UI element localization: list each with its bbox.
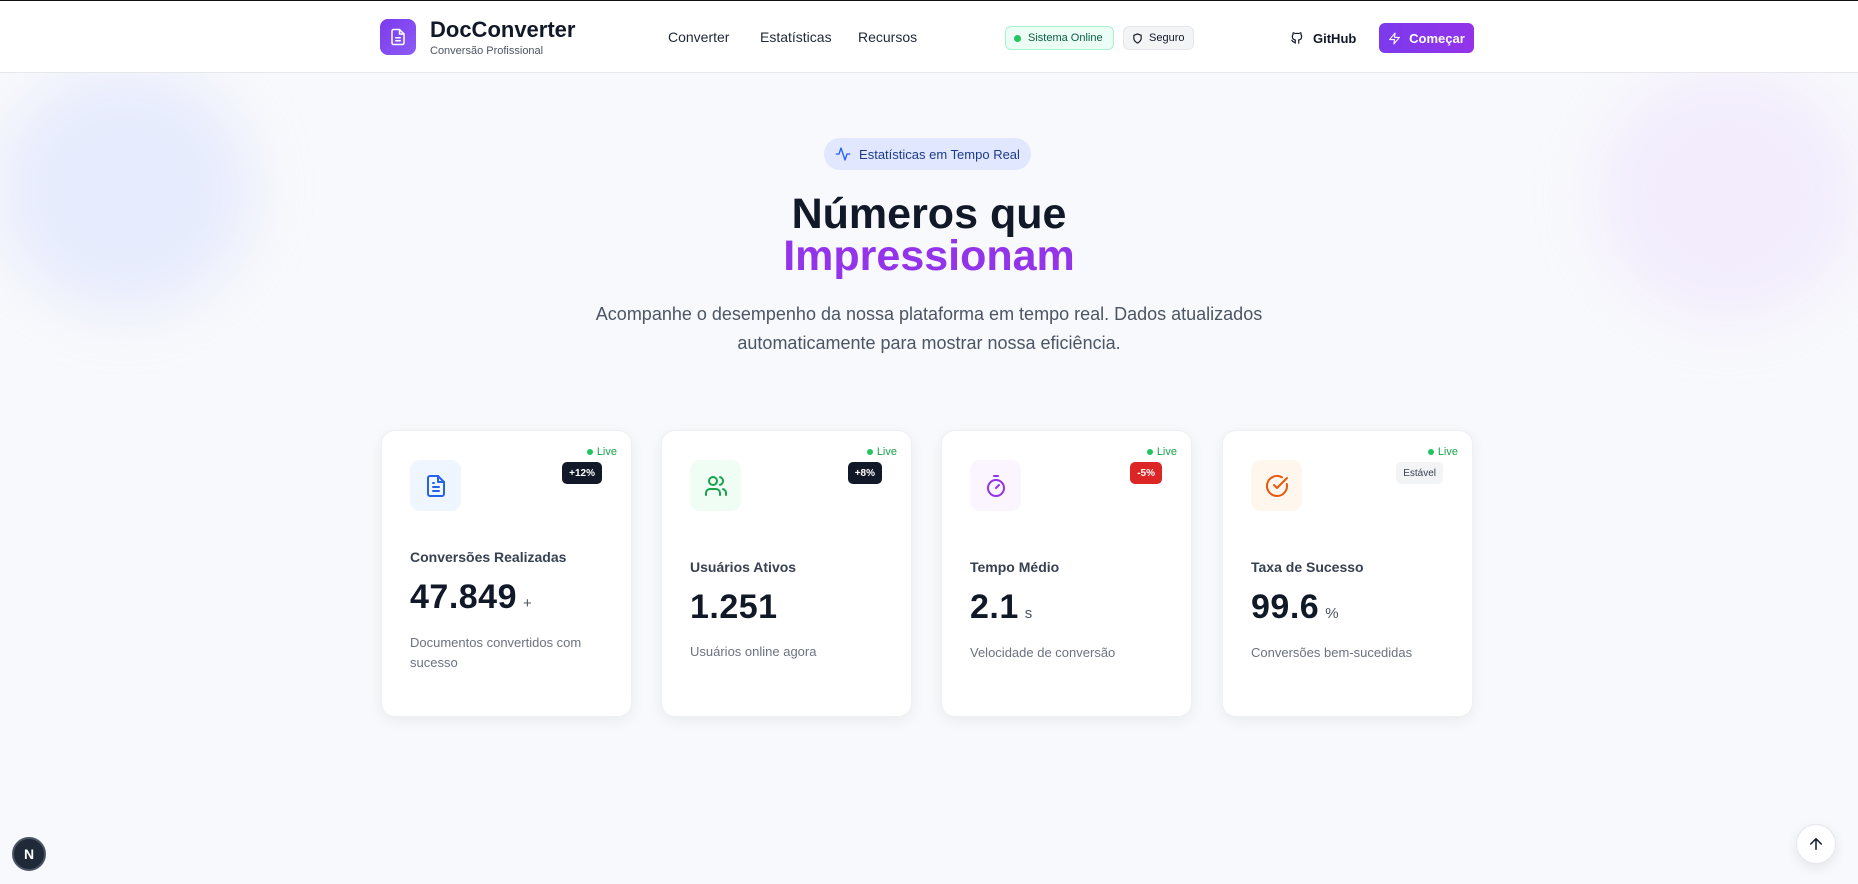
- realtime-badge: Estatísticas em Tempo Real: [824, 138, 1031, 170]
- stat-card-users: Live +8% Usuários Ativos 1.251 Usuários …: [661, 430, 912, 717]
- live-dot-icon: [586, 449, 593, 455]
- shield-icon: [1133, 32, 1142, 44]
- status-secure-label: Seguro: [1149, 32, 1185, 44]
- activity-icon: [835, 147, 851, 161]
- lightning-icon: [1389, 32, 1401, 44]
- stat-value: 47.849: [410, 578, 517, 616]
- scroll-to-top-button[interactable]: [1796, 824, 1836, 864]
- devtools-n-icon: N: [23, 846, 35, 862]
- stat-label: Taxa de Sucesso: [1251, 559, 1364, 575]
- stat-card-success-rate: Live Estável Taxa de Sucesso 99.6% Conve…: [1222, 430, 1473, 717]
- hero-title-line2: Impressionam: [783, 232, 1075, 280]
- stat-label: Conversões Realizadas: [410, 549, 567, 565]
- live-indicator: Live: [1427, 446, 1458, 458]
- change-badge: +8%: [847, 462, 882, 484]
- arrow-up-icon: [1810, 838, 1822, 850]
- stat-value-row: 47.849 +: [410, 578, 532, 617]
- status-online-label: Sistema Online: [1028, 32, 1103, 44]
- stat-description: Conversões bem-sucedidas: [1251, 645, 1413, 660]
- users-icon: [690, 460, 741, 511]
- github-label: GitHub: [1313, 30, 1357, 46]
- change-badge: +12%: [562, 462, 602, 484]
- stat-card-avg-time: Live -5% Tempo Médio 2.1 s Velocidade de …: [941, 430, 1192, 717]
- stat-value: 2.1: [970, 588, 1019, 626]
- status-online-badge: Sistema Online: [1005, 26, 1114, 50]
- stat-suffix: +: [523, 595, 532, 612]
- live-dot-icon: [1427, 449, 1434, 455]
- live-indicator: Live: [1146, 446, 1177, 458]
- brand-subtitle: Conversão Profissional: [430, 45, 544, 57]
- stat-value: 99.6: [1251, 588, 1320, 626]
- stat-value: 1.251: [690, 588, 778, 626]
- stat-description: Velocidade de conversão: [970, 645, 1116, 660]
- check-circle-icon: [1251, 460, 1302, 511]
- live-label: Live: [1156, 446, 1177, 458]
- realtime-badge-label: Estatísticas em Tempo Real: [859, 146, 1020, 162]
- devtools-n-button[interactable]: N: [12, 837, 46, 871]
- stat-label: Usuários Ativos: [690, 559, 797, 575]
- brand-title[interactable]: DocConverter: [430, 17, 575, 43]
- status-secure-badge: Seguro: [1123, 26, 1195, 50]
- timer-icon: [970, 460, 1021, 511]
- stat-value-row: 1.251: [690, 588, 784, 627]
- stat-value-row: 99.6%: [1251, 588, 1339, 627]
- stat-description: Documentos convertidos com sucesso: [410, 635, 582, 670]
- live-label: Live: [1437, 446, 1458, 458]
- github-icon: [1291, 32, 1303, 44]
- live-label: Live: [596, 446, 617, 458]
- start-button-label: Começar: [1409, 30, 1465, 46]
- change-badge: Estável: [1396, 462, 1443, 484]
- start-button[interactable]: Começar: [1379, 23, 1474, 53]
- site-header: DocConverter Conversão Profissional Conv…: [0, 1, 1858, 73]
- hero-description: Acompanhe o desempenho da nossa platafor…: [595, 304, 1263, 353]
- change-badge: -5%: [1130, 462, 1162, 484]
- live-indicator: Live: [586, 446, 617, 458]
- live-dot-icon: [866, 449, 873, 455]
- logo-document-icon[interactable]: [380, 19, 416, 55]
- live-label: Live: [876, 446, 897, 458]
- stat-card-conversions: Live +12% Conversões Realizadas 47.849 + …: [381, 430, 632, 717]
- live-dot-icon: [1146, 449, 1153, 455]
- nav-recursos[interactable]: Recursos: [858, 29, 917, 45]
- live-indicator: Live: [866, 446, 897, 458]
- github-link[interactable]: GitHub: [1290, 26, 1356, 50]
- stat-description: Usuários online agora: [690, 644, 817, 659]
- stat-value-row: 2.1 s: [970, 588, 1032, 627]
- nav-estatisticas[interactable]: Estatísticas: [760, 29, 832, 45]
- document-icon: [410, 460, 461, 511]
- stat-suffix: s: [1024, 605, 1033, 622]
- nav-converter[interactable]: Converter: [668, 29, 729, 45]
- online-dot-icon: [1014, 34, 1021, 42]
- stat-suffix: %: [1325, 605, 1339, 622]
- stat-label: Tempo Médio: [970, 559, 1060, 575]
